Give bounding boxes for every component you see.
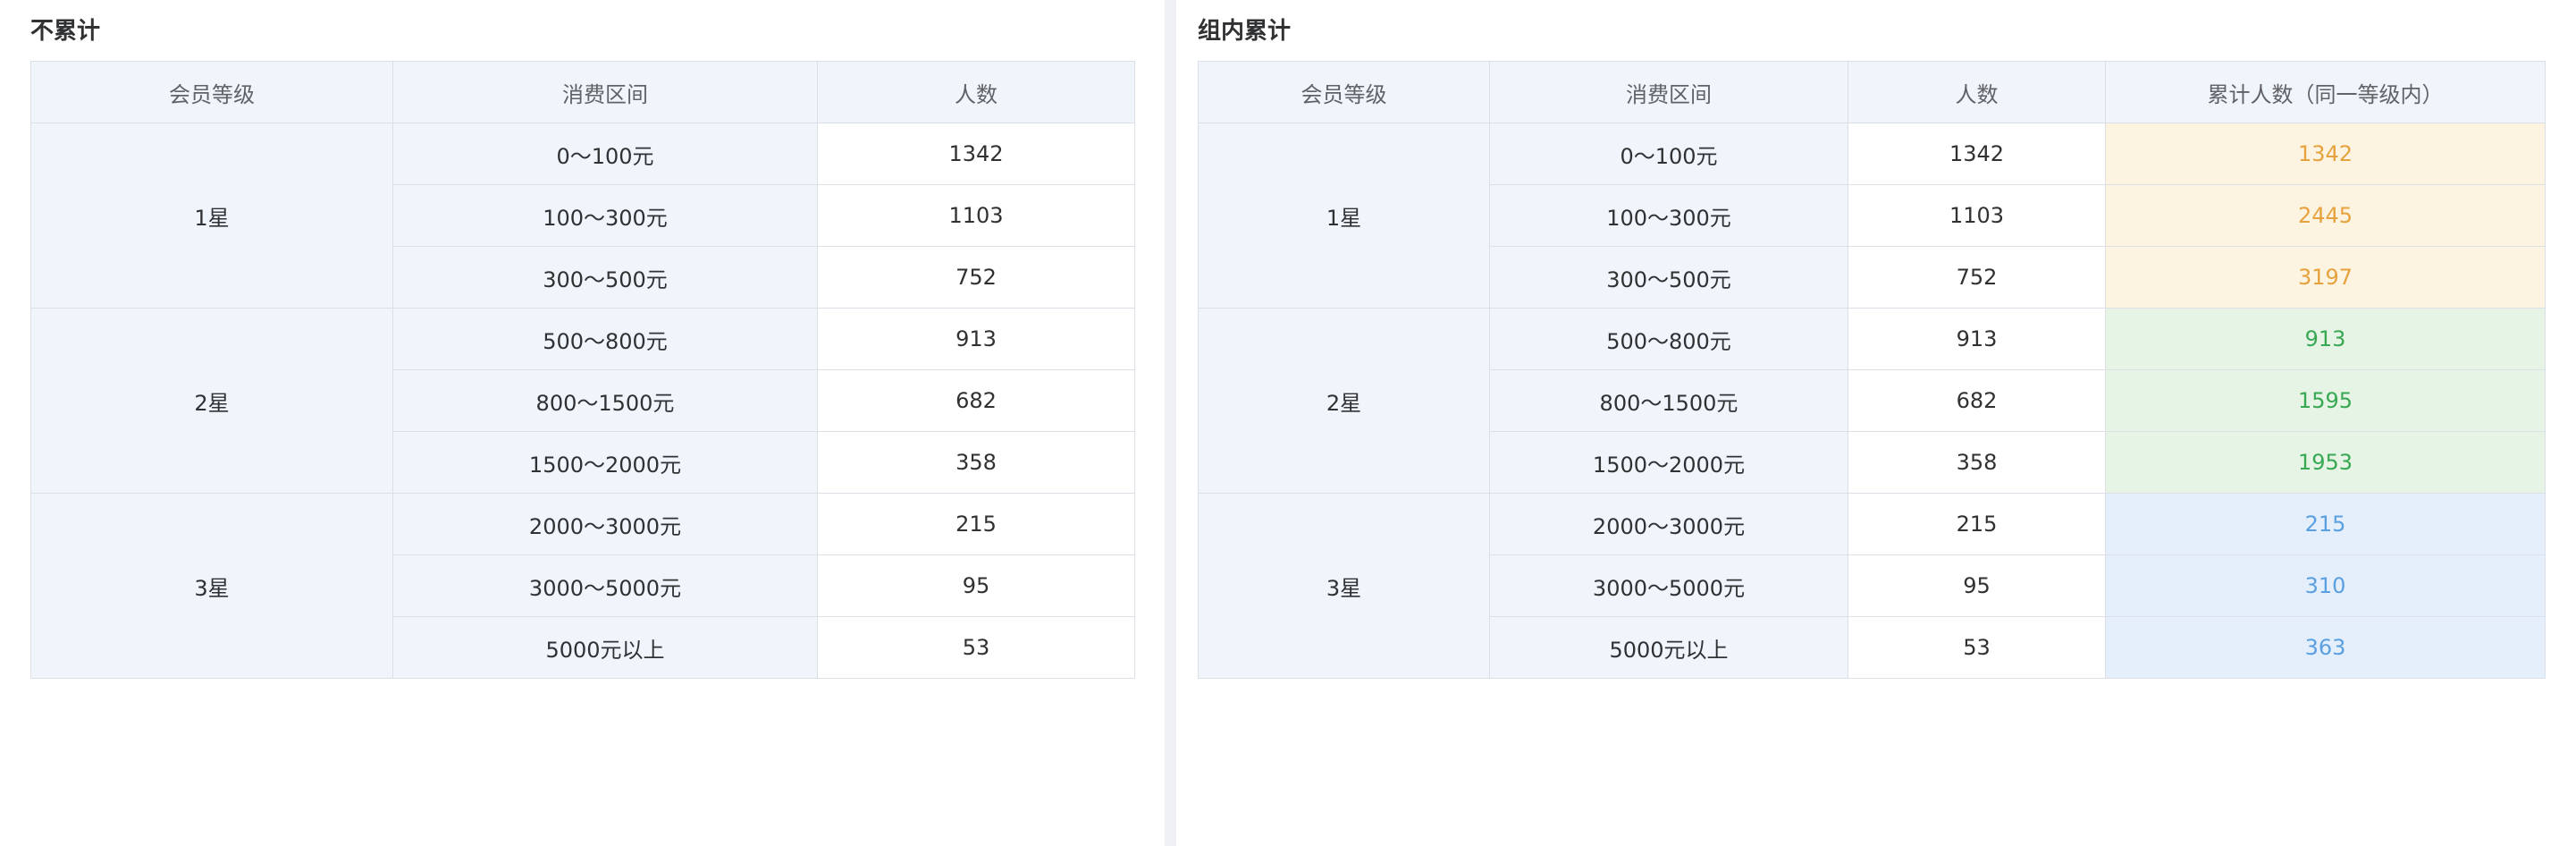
range-cell: 800～1500元 [1489, 369, 1848, 432]
range-cell: 300～500元 [392, 246, 818, 309]
cumulative-cell: 913 [2105, 308, 2546, 370]
table-row: 3星 2000～3000元 215 [30, 493, 1135, 679]
column-header-level: 会员等级 [1198, 61, 1490, 123]
range-cell: 0～100元 [392, 123, 818, 185]
level-cell: 1星 [30, 123, 393, 309]
count-cell: 1342 [1848, 123, 2106, 185]
table-header-row: 会员等级 消费区间 人数 累计人数（同一等级内） [1198, 61, 2546, 123]
range-cell: 3000～5000元 [392, 554, 818, 617]
count-cell: 913 [817, 308, 1135, 370]
count-cell: 1342 [817, 123, 1135, 185]
range-cell: 5000元以上 [1489, 616, 1848, 679]
count-cell: 752 [817, 246, 1135, 309]
count-cell: 752 [1848, 246, 2106, 309]
table-row: 2星 500～800元 913 [30, 308, 1135, 494]
count-cell: 358 [817, 431, 1135, 494]
table-row: 2星 500～800元 913 913 [1198, 308, 2546, 494]
range-cell: 800～1500元 [392, 369, 818, 432]
cumulative-table: 会员等级 消费区间 人数 累计人数（同一等级内） 1星 0～100元 1342 … [1198, 61, 2546, 679]
cumulative-cell: 1342 [2105, 123, 2546, 185]
cumulative-cell: 310 [2105, 554, 2546, 617]
range-cell: 1500～2000元 [392, 431, 818, 494]
panel-title: 不累计 [30, 18, 101, 45]
range-cell: 300～500元 [1489, 246, 1848, 309]
table-row: 3星 2000～3000元 215 215 [1198, 493, 2546, 679]
count-cell: 1103 [1848, 184, 2106, 247]
cumulative-cell: 215 [2105, 493, 2546, 555]
level-cell: 2星 [30, 308, 393, 494]
column-header-count: 人数 [1848, 61, 2106, 123]
range-cell: 500～800元 [1489, 308, 1848, 370]
count-cell: 95 [817, 554, 1135, 617]
cumulative-cell: 3197 [2105, 246, 2546, 309]
table-row: 1星 0～100元 1342 [30, 123, 1135, 309]
column-header-range: 消费区间 [392, 61, 818, 123]
count-cell: 215 [817, 493, 1135, 555]
column-header-range: 消费区间 [1489, 61, 1848, 123]
level-cell: 3星 [30, 493, 393, 679]
count-cell: 95 [1848, 554, 2106, 617]
range-cell: 2000～3000元 [1489, 493, 1848, 555]
cumulative-panel: 组内累计 会员等级 消费区间 人数 累计人数（同一等级内） 1星 0～100元 … [1176, 0, 2576, 846]
cumulative-cell: 1953 [2105, 431, 2546, 494]
column-header-cumulative: 累计人数（同一等级内） [2105, 61, 2546, 123]
table-row: 1星 0～100元 1342 1342 [1198, 123, 2546, 309]
column-header-count: 人数 [817, 61, 1135, 123]
count-cell: 53 [817, 616, 1135, 679]
count-cell: 913 [1848, 308, 2106, 370]
range-cell: 0～100元 [1489, 123, 1848, 185]
count-cell: 682 [817, 369, 1135, 432]
level-cell: 2星 [1198, 308, 1490, 494]
cumulative-cell: 1595 [2105, 369, 2546, 432]
count-cell: 215 [1848, 493, 2106, 555]
range-cell: 100～300元 [392, 184, 818, 247]
level-cell: 3星 [1198, 493, 1490, 679]
count-cell: 53 [1848, 616, 2106, 679]
column-header-level: 会员等级 [30, 61, 393, 123]
range-cell: 1500～2000元 [1489, 431, 1848, 494]
non-cumulative-table: 会员等级 消费区间 人数 1星 0～100元 1342 100～300元 110… [30, 61, 1135, 679]
cumulative-cell: 2445 [2105, 184, 2546, 247]
level-cell: 1星 [1198, 123, 1490, 309]
cumulative-cell: 363 [2105, 616, 2546, 679]
range-cell: 5000元以上 [392, 616, 818, 679]
count-cell: 682 [1848, 369, 2106, 432]
count-cell: 358 [1848, 431, 2106, 494]
table-header-row: 会员等级 消费区间 人数 [30, 61, 1135, 123]
range-cell: 500～800元 [392, 308, 818, 370]
count-cell: 1103 [817, 184, 1135, 247]
panel-title: 组内累计 [1198, 18, 1292, 45]
non-cumulative-panel: 不累计 会员等级 消费区间 人数 1星 0～100元 1342 100～300元… [0, 0, 1165, 846]
range-cell: 3000～5000元 [1489, 554, 1848, 617]
range-cell: 2000～3000元 [392, 493, 818, 555]
range-cell: 100～300元 [1489, 184, 1848, 247]
